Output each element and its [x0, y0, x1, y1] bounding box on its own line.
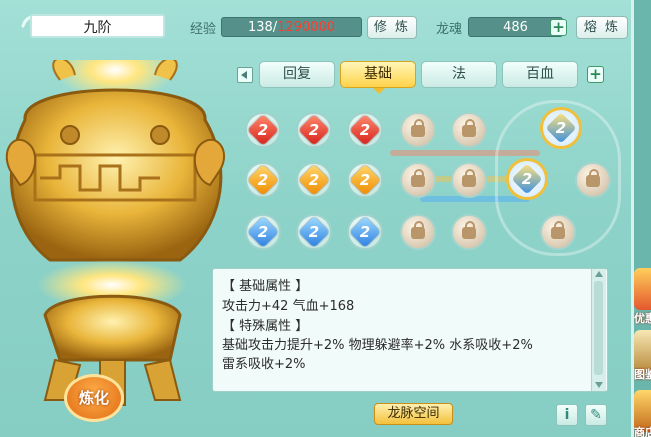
lock-icon — [462, 221, 476, 239]
scroll-up-icon[interactable] — [595, 271, 603, 277]
special-gem-slot[interactable]: 2 — [506, 158, 548, 200]
exp-current: 138/ — [247, 20, 278, 35]
locked-special-slot[interactable] — [540, 214, 576, 250]
dragon-vein-space-button[interactable]: 龙脉空间 — [374, 403, 453, 425]
gem-slot-orange[interactable]: 2 — [347, 162, 383, 198]
gem-slot-red[interactable]: 2 — [347, 112, 383, 148]
golden-dragon-urn — [5, 60, 226, 406]
gem-slot-orange[interactable]: 2 — [296, 162, 332, 198]
lock-icon — [462, 119, 476, 137]
promo-label: 优惠 — [634, 312, 651, 325]
gem-slot-red[interactable]: 2 — [245, 112, 281, 148]
special-attributes-line2: 雷系吸收+2% — [222, 357, 306, 372]
side-menu-strip: 优惠 图鉴 商店 — [634, 0, 651, 437]
gem-slot-orange[interactable]: 2 — [245, 162, 281, 198]
lock-icon — [586, 169, 600, 187]
exp-required: 1290000 — [277, 20, 336, 35]
tab-magic[interactable]: 法 — [421, 61, 497, 88]
edit-note-icon[interactable]: ✎ — [585, 404, 607, 426]
scroll-down-icon[interactable] — [595, 382, 603, 388]
refine-button[interactable]: 炼化 — [64, 374, 124, 422]
special-gem-slot[interactable]: 2 — [540, 107, 582, 149]
gem-slot-blue[interactable]: 2 — [296, 214, 332, 250]
attribute-panel: 【 基础属性 】 攻击力+42 气血+168 【 特殊属性 】 基础攻击力提升+… — [212, 268, 608, 392]
exp-label: 经验 — [190, 22, 217, 37]
game-screen: 九阶 经验 138/1290000 修 炼 龙魂 486 + 熔 炼 回复 基础… — [0, 0, 651, 437]
locked-gem-slot[interactable] — [451, 162, 487, 198]
dragon-vessel-panel: 九阶 经验 138/1290000 修 炼 龙魂 486 + 熔 炼 回复 基础… — [0, 0, 634, 437]
tab-basic[interactable]: 基础 — [340, 61, 416, 88]
attribute-scrollbar[interactable] — [591, 269, 606, 391]
tabs-prev-arrow-icon[interactable] — [237, 67, 253, 83]
locked-gem-slot[interactable] — [400, 214, 436, 250]
locked-gem-slot[interactable] — [400, 112, 436, 148]
active-tab-pointer — [373, 88, 385, 94]
add-tab-button[interactable]: + — [587, 66, 604, 83]
tab-hundred-blood[interactable]: 百血 — [502, 61, 578, 88]
shop-label: 商店 — [634, 426, 651, 437]
gem-slot-blue[interactable]: 2 — [245, 214, 281, 250]
gem-slot-blue[interactable]: 2 — [347, 214, 383, 250]
codex-label: 图鉴 — [634, 368, 651, 381]
cultivate-button[interactable]: 修 炼 — [367, 16, 417, 39]
special-attributes-header: 【 特殊属性 】 — [222, 319, 309, 334]
promo-icon[interactable] — [634, 268, 651, 310]
locked-gem-slot[interactable] — [451, 214, 487, 250]
lock-icon — [411, 169, 425, 187]
lock-icon — [411, 221, 425, 239]
exp-bar: 138/1290000 — [221, 17, 362, 37]
smelt-button[interactable]: 熔 炼 — [576, 16, 628, 39]
special-attributes-line1: 基础攻击力提升+2% 物理躲避率+2% 水系吸收+2% — [222, 338, 533, 353]
rank-title: 九阶 — [30, 14, 165, 38]
tab-recovery[interactable]: 回复 — [259, 61, 335, 88]
lock-icon — [462, 169, 476, 187]
basic-attributes-values: 攻击力+42 气血+168 — [222, 299, 355, 314]
locked-special-slot[interactable] — [575, 162, 611, 198]
add-soul-button[interactable]: + — [550, 19, 567, 36]
scroll-thumb[interactable] — [594, 281, 603, 375]
dragon-soul-value: 486 — [468, 17, 563, 37]
locked-gem-slot[interactable] — [400, 162, 436, 198]
locked-gem-slot[interactable] — [451, 112, 487, 148]
info-icon[interactable]: i — [556, 404, 578, 426]
lock-icon — [411, 119, 425, 137]
gem-slot-red[interactable]: 2 — [296, 112, 332, 148]
lock-icon — [551, 221, 565, 239]
basic-attributes-header: 【 基础属性 】 — [222, 279, 309, 294]
dragon-soul-label: 龙魂 — [436, 22, 463, 37]
